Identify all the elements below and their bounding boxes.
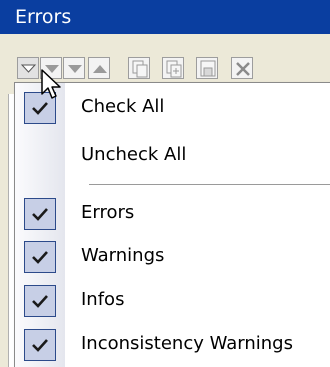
menu-item-label: Infos xyxy=(81,289,125,310)
menu-item-label: Errors xyxy=(81,202,135,223)
mouse-cursor-icon xyxy=(41,69,61,99)
up-button[interactable] xyxy=(88,57,110,79)
filter-dropdown-icon xyxy=(20,64,37,73)
copy-icon xyxy=(132,60,148,78)
panel-title: Errors xyxy=(15,6,72,28)
menu-item-uncheck-all[interactable]: Uncheck All xyxy=(15,135,330,175)
arrow-down-icon xyxy=(68,65,82,73)
filter-dropdown-button[interactable] xyxy=(17,57,39,79)
checkmark-icon xyxy=(32,295,48,308)
menu-item-label: Warnings xyxy=(81,245,165,266)
menu-item-label: Check All xyxy=(81,96,165,117)
panel-left-edge xyxy=(0,94,9,367)
title-bar: Errors xyxy=(0,0,330,35)
inconsistency-warnings-checkbox xyxy=(24,329,56,361)
arrow-up-icon xyxy=(93,65,107,73)
checkmark-icon xyxy=(32,251,48,264)
menu-item-warnings[interactable]: Warnings xyxy=(15,236,330,276)
delete-button[interactable] xyxy=(231,57,253,79)
menu-separator xyxy=(89,184,330,185)
checkmark-icon xyxy=(32,339,48,352)
menu-item-label: Inconsistency Warnings xyxy=(81,333,293,354)
menu-item-label: Uncheck All xyxy=(81,144,187,165)
save-icon xyxy=(200,60,216,77)
menu-item-errors[interactable]: Errors xyxy=(15,193,330,233)
delete-icon xyxy=(236,62,250,76)
copy-all-icon xyxy=(166,60,182,78)
checkmark-icon xyxy=(32,208,48,221)
save-button[interactable] xyxy=(196,57,218,79)
copy-button[interactable] xyxy=(128,57,150,79)
menu-item-infos[interactable]: Infos xyxy=(15,280,330,320)
copy-all-button[interactable] xyxy=(162,57,184,79)
warnings-checkbox xyxy=(24,241,56,273)
infos-checkbox xyxy=(24,285,56,317)
menu-item-inconsistency-warnings[interactable]: Inconsistency Warnings xyxy=(15,324,330,364)
filter-menu: Check All Uncheck All Errors Warnings In… xyxy=(14,82,330,367)
errors-panel: Errors Check All Uncheck All Errors Warn… xyxy=(0,0,330,367)
errors-checkbox xyxy=(24,198,56,230)
previous-button[interactable] xyxy=(63,57,85,79)
